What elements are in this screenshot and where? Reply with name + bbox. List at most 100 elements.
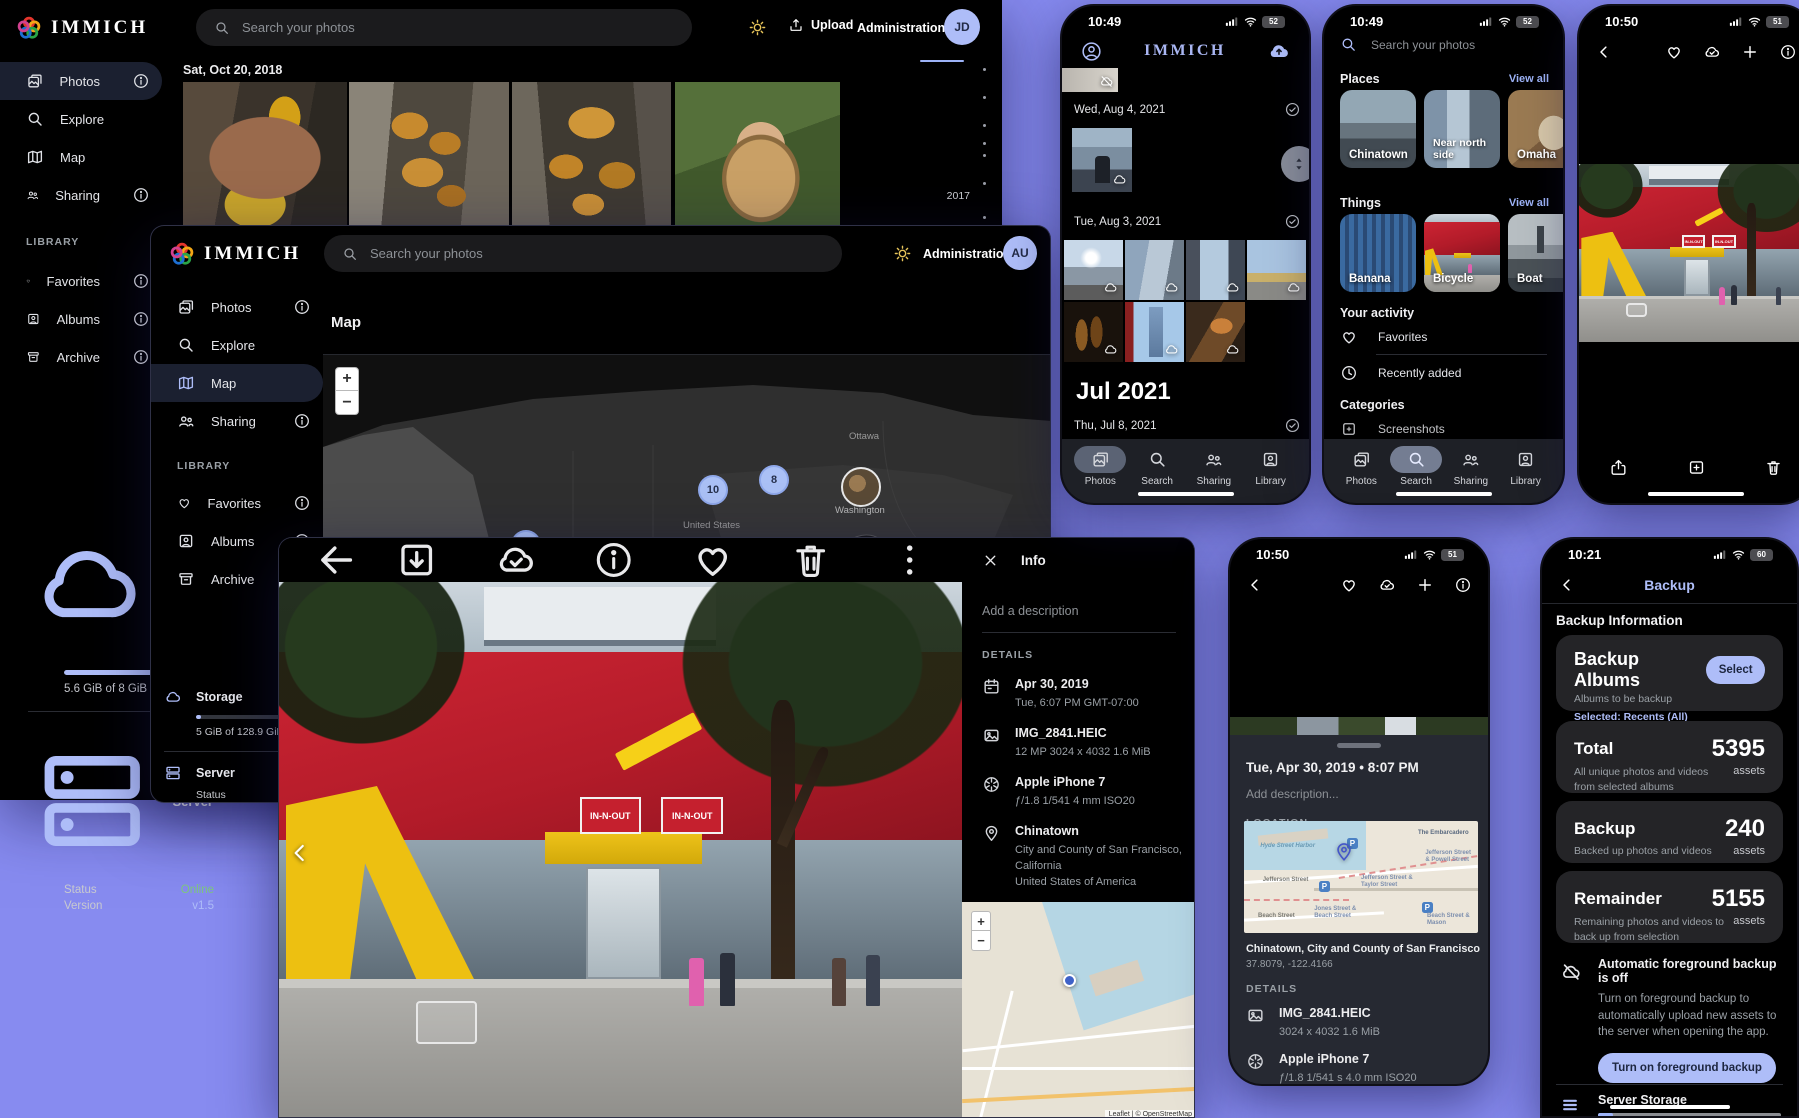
map-cluster-marker[interactable]: 8 xyxy=(759,465,789,495)
plus-icon[interactable] xyxy=(1741,43,1759,61)
info-badge-icon[interactable] xyxy=(132,348,150,366)
home-indicator[interactable] xyxy=(1138,492,1234,496)
photo-mushroom-basket[interactable] xyxy=(675,82,840,228)
turn-on-foreground-backup-button[interactable]: Turn on foreground backup xyxy=(1598,1053,1776,1083)
tab-photos[interactable]: Photos xyxy=(1072,446,1128,487)
plus-icon[interactable] xyxy=(1416,576,1434,594)
theme-toggle-sun-icon[interactable] xyxy=(748,18,767,37)
info-mini-map[interactable]: + − Leaflet | © OpenStreetMap xyxy=(962,902,1195,1118)
photo-mushroom-2[interactable] xyxy=(349,82,509,228)
phoneB-search-input[interactable]: Search your photos xyxy=(1340,36,1475,53)
kebab-menu-icon[interactable] xyxy=(869,538,950,582)
photo-thumb[interactable] xyxy=(1064,240,1123,300)
info-icon[interactable] xyxy=(1779,43,1797,61)
tab-sharing[interactable]: Sharing xyxy=(1444,446,1499,487)
map-attribution[interactable]: Leaflet | © OpenStreetMap xyxy=(1105,1110,1195,1118)
info-badge-icon[interactable] xyxy=(132,72,150,90)
back-arrow-icon[interactable] xyxy=(295,538,376,582)
sidebar-item-photos[interactable]: Photos xyxy=(0,62,162,100)
info-icon[interactable] xyxy=(573,538,654,582)
mini-map-zoom-in-button[interactable]: + xyxy=(971,911,991,931)
things-view-all-link[interactable]: View all xyxy=(1509,197,1549,209)
photo-mushroom-1[interactable] xyxy=(183,82,347,228)
photo-thumb[interactable] xyxy=(1247,240,1306,300)
places-view-all-link[interactable]: View all xyxy=(1509,73,1549,85)
sidebar-item-map[interactable]: Map xyxy=(0,138,162,176)
sidebar-item-map[interactable]: Map xyxy=(151,364,323,402)
download-icon[interactable] xyxy=(376,538,457,582)
w1-administration-link[interactable]: Administration xyxy=(857,21,945,35)
sidebar-item-albums[interactable]: Albums xyxy=(0,300,162,338)
select-albums-button[interactable]: Select xyxy=(1706,656,1765,684)
activity-recently-added-row[interactable]: Recently added xyxy=(1340,364,1461,382)
place-card-near-north-side[interactable]: Near north side xyxy=(1424,90,1500,168)
photo-thumb[interactable] xyxy=(1186,240,1245,300)
category-screenshots-row[interactable]: Screenshots xyxy=(1340,420,1445,438)
back-chevron-icon[interactable] xyxy=(1595,43,1613,61)
theme-toggle-sun-icon[interactable] xyxy=(893,244,912,263)
photo-thumb[interactable] xyxy=(1064,302,1123,362)
map-cluster-marker[interactable]: 10 xyxy=(698,475,728,505)
location-map[interactable]: P P P The Embarcadero Hyde Street Harbor… xyxy=(1244,821,1478,933)
detail-row-location[interactable]: Chinatown City and County of San Francis… xyxy=(982,823,1187,891)
tab-search[interactable]: Search xyxy=(1389,446,1444,487)
w1-logo[interactable]: IMMICH xyxy=(16,15,148,41)
info-badge-icon[interactable] xyxy=(132,186,150,204)
cloud-synced-icon[interactable] xyxy=(1378,576,1396,594)
timeline-drag-handle[interactable] xyxy=(1281,146,1311,182)
place-card-omaha[interactable]: Omaha xyxy=(1508,90,1565,168)
photo-top-sliver[interactable] xyxy=(1230,717,1488,735)
sheet-drag-handle[interactable] xyxy=(1337,743,1381,748)
home-indicator[interactable] xyxy=(1610,1105,1730,1109)
map-zoom-out-button[interactable]: − xyxy=(335,391,359,415)
info-badge-icon[interactable] xyxy=(132,272,150,290)
select-date-check-icon[interactable] xyxy=(1284,101,1301,118)
photo-innout-mobile[interactable]: IN-N-OUT IN-N-OUT xyxy=(1579,164,1799,342)
w2-administration-link[interactable]: Administration xyxy=(923,247,1011,261)
info-badge-icon[interactable] xyxy=(293,412,311,430)
backup-cloud-icon[interactable] xyxy=(1267,39,1291,63)
w1-avatar[interactable]: JD xyxy=(944,9,980,45)
trash-icon[interactable] xyxy=(1764,458,1783,477)
select-date-check-icon[interactable] xyxy=(1284,213,1301,230)
sidebar-item-archive[interactable]: Archive xyxy=(0,338,162,376)
photo-thumb[interactable] xyxy=(1125,240,1184,300)
cloud-synced-icon[interactable] xyxy=(475,538,556,582)
tab-library[interactable]: Library xyxy=(1243,446,1299,487)
sidebar-item-explore[interactable]: Explore xyxy=(151,326,323,364)
mini-map-zoom-out-button[interactable]: − xyxy=(971,931,991,951)
w1-upload-button[interactable]: Upload xyxy=(788,17,853,33)
back-chevron-icon[interactable] xyxy=(1558,576,1576,594)
photo-mushroom-3[interactable] xyxy=(512,82,671,228)
sidebar-item-sharing[interactable]: Sharing xyxy=(151,402,323,440)
sidebar-item-photos[interactable]: Photos xyxy=(151,288,323,326)
info-badge-icon[interactable] xyxy=(132,310,150,328)
map-photo-marker[interactable] xyxy=(841,467,881,507)
home-indicator[interactable] xyxy=(1396,492,1492,496)
photo-thumb[interactable] xyxy=(1186,302,1245,362)
photo-thumb[interactable] xyxy=(1062,68,1118,92)
thing-card-boat[interactable]: Boat xyxy=(1508,214,1565,292)
w1-search-input[interactable]: Search your photos xyxy=(196,9,692,46)
place-card-chinatown[interactable]: Chinatown xyxy=(1340,90,1416,168)
tab-sharing[interactable]: Sharing xyxy=(1186,446,1242,487)
tab-photos[interactable]: Photos xyxy=(1334,446,1389,487)
back-chevron-icon[interactable] xyxy=(1246,576,1264,594)
select-date-check-icon[interactable] xyxy=(1284,417,1301,434)
tab-search[interactable]: Search xyxy=(1129,446,1185,487)
sidebar-item-explore[interactable]: Explore xyxy=(0,100,162,138)
trash-icon[interactable] xyxy=(770,538,851,582)
thing-card-banana[interactable]: Banana xyxy=(1340,214,1416,292)
home-indicator[interactable] xyxy=(1648,492,1744,496)
cloud-synced-icon[interactable] xyxy=(1703,43,1721,61)
activity-favorites-row[interactable]: Favorites xyxy=(1340,328,1427,346)
share-icon[interactable] xyxy=(1609,458,1628,477)
tab-library[interactable]: Library xyxy=(1498,446,1553,487)
description-input[interactable]: Add a description xyxy=(982,604,1176,618)
sidebar-item-favorites[interactable]: Favorites xyxy=(0,262,162,300)
info-badge-icon[interactable] xyxy=(293,494,311,512)
archive-add-icon[interactable] xyxy=(1687,458,1706,477)
heart-icon[interactable] xyxy=(672,538,753,582)
previous-photo-chevron-icon[interactable] xyxy=(287,840,313,866)
photo-innout-large[interactable]: IN-N-OUT IN-N-OUT xyxy=(279,582,962,1118)
